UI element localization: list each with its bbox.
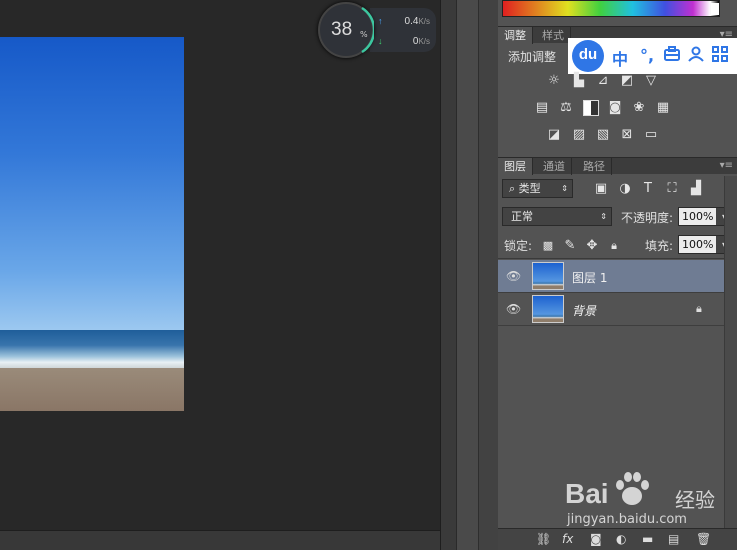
filter-shape-icon[interactable]: ⛶ xyxy=(664,181,680,197)
vertical-scrollbar[interactable] xyxy=(440,0,456,550)
upload-arrow-icon: ↑ xyxy=(378,16,383,26)
baidu-jingyan-watermark: Bai 经验 jingyan.baidu.com xyxy=(555,470,735,530)
layer-thumbnail xyxy=(532,262,564,290)
layer-name[interactable]: 背景 xyxy=(572,302,596,319)
tab-layers[interactable]: 图层 xyxy=(498,158,533,175)
lock-label: 锁定: xyxy=(504,239,533,253)
layer-filter-value: 类型 xyxy=(518,182,541,195)
tab-adjustments[interactable]: 调整 xyxy=(498,27,533,44)
blend-mode-select[interactable]: 正常 ⇕ xyxy=(502,207,612,226)
curves-icon[interactable]: ⊿ xyxy=(595,73,611,89)
photo-sky xyxy=(0,37,184,330)
memory-percent: 38 xyxy=(331,19,353,40)
opacity-label: 不透明度: xyxy=(621,211,674,225)
panel-dock-divider[interactable] xyxy=(478,0,498,550)
filter-type-icon[interactable]: T xyxy=(640,181,656,197)
adjustments-title: 添加调整 xyxy=(508,50,557,64)
chinese-mode-toggle[interactable]: 中 xyxy=(612,46,628,70)
invert-icon[interactable]: ◪ xyxy=(546,127,562,143)
fill-value: 100% xyxy=(682,238,714,251)
download-unit: K/s xyxy=(418,37,430,46)
brightness-icon[interactable]: ☼ xyxy=(546,73,562,89)
eye-icon[interactable]: 👁︎ xyxy=(506,269,521,283)
lock-position-icon[interactable]: ✥ xyxy=(584,238,600,254)
gradient-map-icon[interactable]: ▭ xyxy=(643,127,659,143)
filter-smart-icon[interactable]: ▟ xyxy=(688,181,704,197)
blend-updown-icon: ⇕ xyxy=(600,212,607,221)
memory-usage-circle[interactable]: 38 % xyxy=(318,2,374,58)
memory-percent-sign: % xyxy=(360,30,368,39)
beach-photo xyxy=(0,37,184,411)
layer-filter-select[interactable]: ⌕ 类型 ⇕ xyxy=(502,179,573,198)
document-canvas[interactable] xyxy=(0,0,440,530)
add-mask-icon[interactable]: ◙ xyxy=(590,532,602,546)
download-arrow-icon: ↓ xyxy=(378,36,383,46)
tab-styles[interactable]: 样式 xyxy=(536,27,571,44)
delete-layer-icon[interactable]: 🗑︎ xyxy=(696,532,711,546)
user-icon[interactable] xyxy=(688,46,704,66)
layers-divider xyxy=(498,258,724,259)
upload-speed: 0.4 xyxy=(404,16,419,27)
new-adjustment-icon[interactable]: ◐ xyxy=(616,532,626,546)
lock-paint-icon[interactable]: ✎ xyxy=(562,238,578,254)
filter-pixel-icon[interactable]: ▣ xyxy=(593,181,609,197)
selective-color-icon[interactable]: ⊠ xyxy=(619,127,635,143)
opacity-value: 100% xyxy=(682,210,714,223)
toolbox-icon[interactable] xyxy=(664,46,680,66)
exposure-icon[interactable]: ◩ xyxy=(619,73,635,89)
layer-name[interactable]: 图层 1 xyxy=(572,269,607,286)
network-speed-widget[interactable]: ↑ 0.4K/s ↓ 0K/s 38 % xyxy=(318,2,436,58)
new-layer-icon[interactable]: ▤ xyxy=(668,532,679,546)
link-layers-icon[interactable]: ⛓ xyxy=(536,532,551,546)
filter-adjustment-icon[interactable]: ◑ xyxy=(617,181,633,197)
color-white-swatch[interactable] xyxy=(711,3,719,15)
baidu-ime-toolbar[interactable]: du 中 °, xyxy=(568,38,737,74)
threshold-icon[interactable]: ▧ xyxy=(595,127,611,143)
black-white-icon[interactable] xyxy=(583,100,599,116)
tab-channels[interactable]: 通道 xyxy=(537,158,572,175)
fill-label: 填充: xyxy=(645,239,674,253)
posterize-icon[interactable]: ▨ xyxy=(571,127,587,143)
search-icon: ⌕ xyxy=(509,182,516,195)
layers-menu-icon[interactable]: ▾≡ xyxy=(720,160,733,171)
download-row: ↓ 0K/s xyxy=(378,36,436,52)
upload-row: ↑ 0.4K/s xyxy=(378,16,436,32)
upload-unit: K/s xyxy=(418,17,430,26)
watermark-url: jingyan.baidu.com xyxy=(567,512,687,527)
updown-icon: ⇕ xyxy=(561,184,568,193)
photo-filter-icon[interactable]: ◙ xyxy=(607,100,623,116)
color-balance-icon[interactable]: ⚖ xyxy=(558,100,574,116)
hue-saturation-icon[interactable]: ▤ xyxy=(534,100,550,116)
layer-row[interactable]: 👁︎ 图层 1 xyxy=(498,260,724,293)
watermark-brand: Bai xyxy=(565,478,609,509)
panel-dock-collapsed[interactable] xyxy=(456,0,478,550)
color-spectrum[interactable] xyxy=(502,0,720,17)
vibrance-icon[interactable]: ▽ xyxy=(643,73,659,89)
grid-icon[interactable] xyxy=(712,46,728,66)
layer-thumbnail xyxy=(532,295,564,323)
layers-bottom-bar: ⛓ fx ◙ ◐ ▬ ▤ 🗑︎ xyxy=(498,528,737,550)
layer-row[interactable]: 👁︎ 背景 🔒︎ xyxy=(498,293,724,326)
layer-lock-icon: 🔒︎ xyxy=(696,302,702,315)
photo-sand xyxy=(0,368,184,411)
baidu-du-logo[interactable]: du xyxy=(572,40,604,72)
new-group-icon[interactable]: ▬ xyxy=(642,532,653,546)
channel-mixer-icon[interactable]: ❀ xyxy=(631,100,647,116)
watermark-jingyan: 经验 xyxy=(675,488,715,512)
lock-transparency-icon[interactable]: ▩ xyxy=(540,238,556,254)
levels-icon[interactable]: ▙ xyxy=(571,73,587,89)
fx-icon[interactable]: fx xyxy=(562,532,573,546)
lock-all-icon[interactable]: 🔒︎ xyxy=(606,238,622,254)
speed-panel: ↑ 0.4K/s ↓ 0K/s xyxy=(370,8,436,52)
eye-icon[interactable]: 👁︎ xyxy=(506,302,521,316)
photo-sea xyxy=(0,330,184,368)
layers-tabbar: 图层 通道 路径 ▾≡ xyxy=(498,157,737,175)
blend-mode-value: 正常 xyxy=(511,210,533,223)
horizontal-scrollbar[interactable] xyxy=(0,530,440,550)
tab-paths[interactable]: 路径 xyxy=(577,158,612,175)
color-lookup-icon[interactable]: ▦ xyxy=(655,100,671,116)
punctuation-toggle[interactable]: °, xyxy=(640,46,654,65)
paw-icon xyxy=(616,472,649,505)
